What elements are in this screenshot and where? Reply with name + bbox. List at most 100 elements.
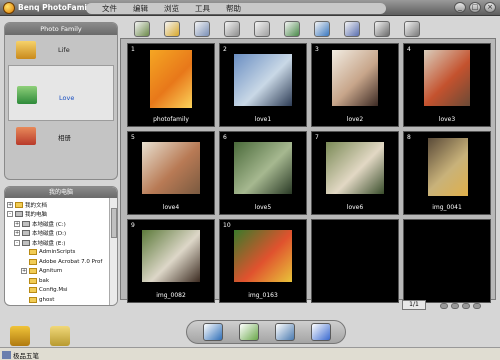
globe-icon[interactable] <box>203 323 223 341</box>
next-page-button[interactable] <box>462 303 470 309</box>
folder-open-icon[interactable] <box>164 21 180 37</box>
close-button[interactable]: × <box>484 2 496 13</box>
printer-icon[interactable] <box>275 323 295 341</box>
thumbnail-cell[interactable]: 4 love3 <box>403 43 491 127</box>
family-lying-photo[interactable] <box>142 142 200 194</box>
menu-help[interactable]: 帮助 <box>226 3 241 14</box>
last-page-button[interactable] <box>473 303 481 309</box>
tree-node-label: 本地磁盘 (C:) <box>32 221 66 228</box>
thumbnail-cell[interactable]: 2 love1 <box>219 43 307 127</box>
thumbnail-cell[interactable]: 6 love5 <box>219 131 307 215</box>
recycle-bin-icon[interactable] <box>50 326 70 346</box>
child-tree-photo[interactable] <box>142 230 200 282</box>
folder-icon <box>15 201 23 208</box>
couple-garden-photo[interactable] <box>234 142 292 194</box>
tree-node[interactable]: Adobe Acrobat 7.0 Prof <box>7 257 105 267</box>
folder-icon <box>29 296 37 303</box>
mother-daughter-photo[interactable] <box>424 50 470 106</box>
menu-browse[interactable]: 浏览 <box>164 3 179 14</box>
expand-icon[interactable]: + <box>7 201 13 208</box>
couple-on-bench-photo[interactable] <box>234 54 292 106</box>
prev-page-button[interactable] <box>451 303 459 309</box>
album-label: Love <box>59 94 75 102</box>
tree-node[interactable]: ghost <box>7 295 105 305</box>
first-page-button[interactable] <box>440 303 448 309</box>
tree-node-label: 本地磁盘 (E:) <box>32 240 66 247</box>
menu-file[interactable]: 文件 <box>102 3 117 14</box>
menu-tools[interactable]: 工具 <box>195 3 210 14</box>
album-item-photos[interactable]: 相册 <box>8 125 114 149</box>
thumbnail-cell[interactable]: 3 love2 <box>311 43 399 127</box>
child-flowers-photo[interactable] <box>234 230 292 282</box>
tree-scroll-thumb[interactable] <box>111 208 117 238</box>
tree-node[interactable]: AdminScripts <box>7 248 105 258</box>
expand-icon[interactable]: + <box>14 230 20 237</box>
thumbnail-number: 6 <box>223 134 227 141</box>
child-at-fence-photo[interactable] <box>428 138 468 196</box>
tree-node[interactable]: - 我的电脑 <box>7 210 105 220</box>
computer-icon <box>15 211 23 218</box>
empty-thumbnail-cell <box>311 219 399 303</box>
view-options-icon[interactable] <box>404 21 420 37</box>
tree-node-label: ghost <box>39 296 55 303</box>
empty-thumbnail-cell <box>403 219 491 303</box>
thumbnail-number: 2 <box>223 46 227 53</box>
tree-node[interactable]: + Agnitum <box>7 267 105 277</box>
app-title: Benq PhotoFamily <box>18 3 95 12</box>
album-item-love[interactable]: Love <box>8 65 114 121</box>
thumbnail-number: 4 <box>407 46 411 53</box>
save-icon[interactable] <box>224 21 240 37</box>
calendar-icon[interactable] <box>344 21 360 37</box>
trash-icon[interactable] <box>10 326 30 346</box>
thumbnail-number: 9 <box>131 222 135 229</box>
thumbnail-cell[interactable]: 10 img_0163 <box>219 219 307 303</box>
collapse-icon[interactable]: - <box>14 239 20 246</box>
thumbnail-grid: 1 photofamily 2 love1 3 love2 4 love3 5 love4 6 lov… <box>127 43 491 303</box>
expand-icon[interactable]: + <box>14 220 20 227</box>
tree-node-label: AdminScripts <box>39 249 76 256</box>
tree-node[interactable]: + 我的文档 <box>7 200 105 210</box>
rotate-icon[interactable] <box>314 21 330 37</box>
tree-node[interactable]: bak <box>7 276 105 286</box>
folder-icon <box>29 277 37 284</box>
scanner-icon[interactable] <box>194 21 210 37</box>
thumbnail-number: 3 <box>315 46 319 53</box>
tree-node[interactable]: Config.Msi <box>7 286 105 296</box>
album-book-icon <box>16 127 36 145</box>
thumbnail-cell[interactable]: 5 love4 <box>127 131 215 215</box>
thumbnail-cell[interactable]: 7 love6 <box>311 131 399 215</box>
toolbar <box>120 18 500 40</box>
slideshow-icon[interactable] <box>284 21 300 37</box>
thumbnail-caption: love2 <box>346 116 364 123</box>
album-panel-title: Photo Family <box>5 23 117 35</box>
expand-icon[interactable]: + <box>21 268 27 275</box>
tree-node[interactable]: - 本地磁盘 (E:) <box>7 238 105 248</box>
thumbnail-cell[interactable]: 8 img_0041 <box>403 131 491 215</box>
cd-burn-icon[interactable] <box>311 323 331 341</box>
ime-label: 极品五笔 <box>13 351 39 360</box>
tree-node[interactable]: +lia <box>7 305 105 306</box>
tree-scrollbar[interactable] <box>109 198 117 305</box>
menu-edit[interactable]: 编辑 <box>133 3 148 14</box>
thumbnail-caption: img_0082 <box>156 292 186 299</box>
mother-child-photo[interactable] <box>332 50 378 106</box>
tree-node-label: Adobe Acrobat 7.0 Prof <box>39 258 103 265</box>
film-icon[interactable] <box>239 323 259 341</box>
minimize-button[interactable]: _ <box>454 2 466 13</box>
ime-indicator[interactable]: 极品五笔 <box>2 350 72 360</box>
album-label: Life <box>58 46 70 54</box>
tree-node[interactable]: + 本地磁盘 (D:) <box>7 229 105 239</box>
family-outdoor-photo[interactable] <box>326 142 384 194</box>
album-item-life[interactable]: Life <box>8 39 114 63</box>
collapse-icon[interactable]: - <box>7 211 13 218</box>
photofamily-book-icon[interactable] <box>150 50 192 108</box>
search-icon[interactable] <box>374 21 390 37</box>
tree-node[interactable]: + 本地磁盘 (C:) <box>7 219 105 229</box>
album-book-icon <box>16 41 36 59</box>
maximize-button[interactable]: □ <box>469 2 481 13</box>
folder-tree-title: 我的电脑 <box>5 187 117 198</box>
eraser-icon[interactable] <box>254 21 270 37</box>
import-icon[interactable] <box>134 21 150 37</box>
thumbnail-cell[interactable]: 9 img_0082 <box>127 219 215 303</box>
thumbnail-cell[interactable]: 1 photofamily <box>127 43 215 127</box>
